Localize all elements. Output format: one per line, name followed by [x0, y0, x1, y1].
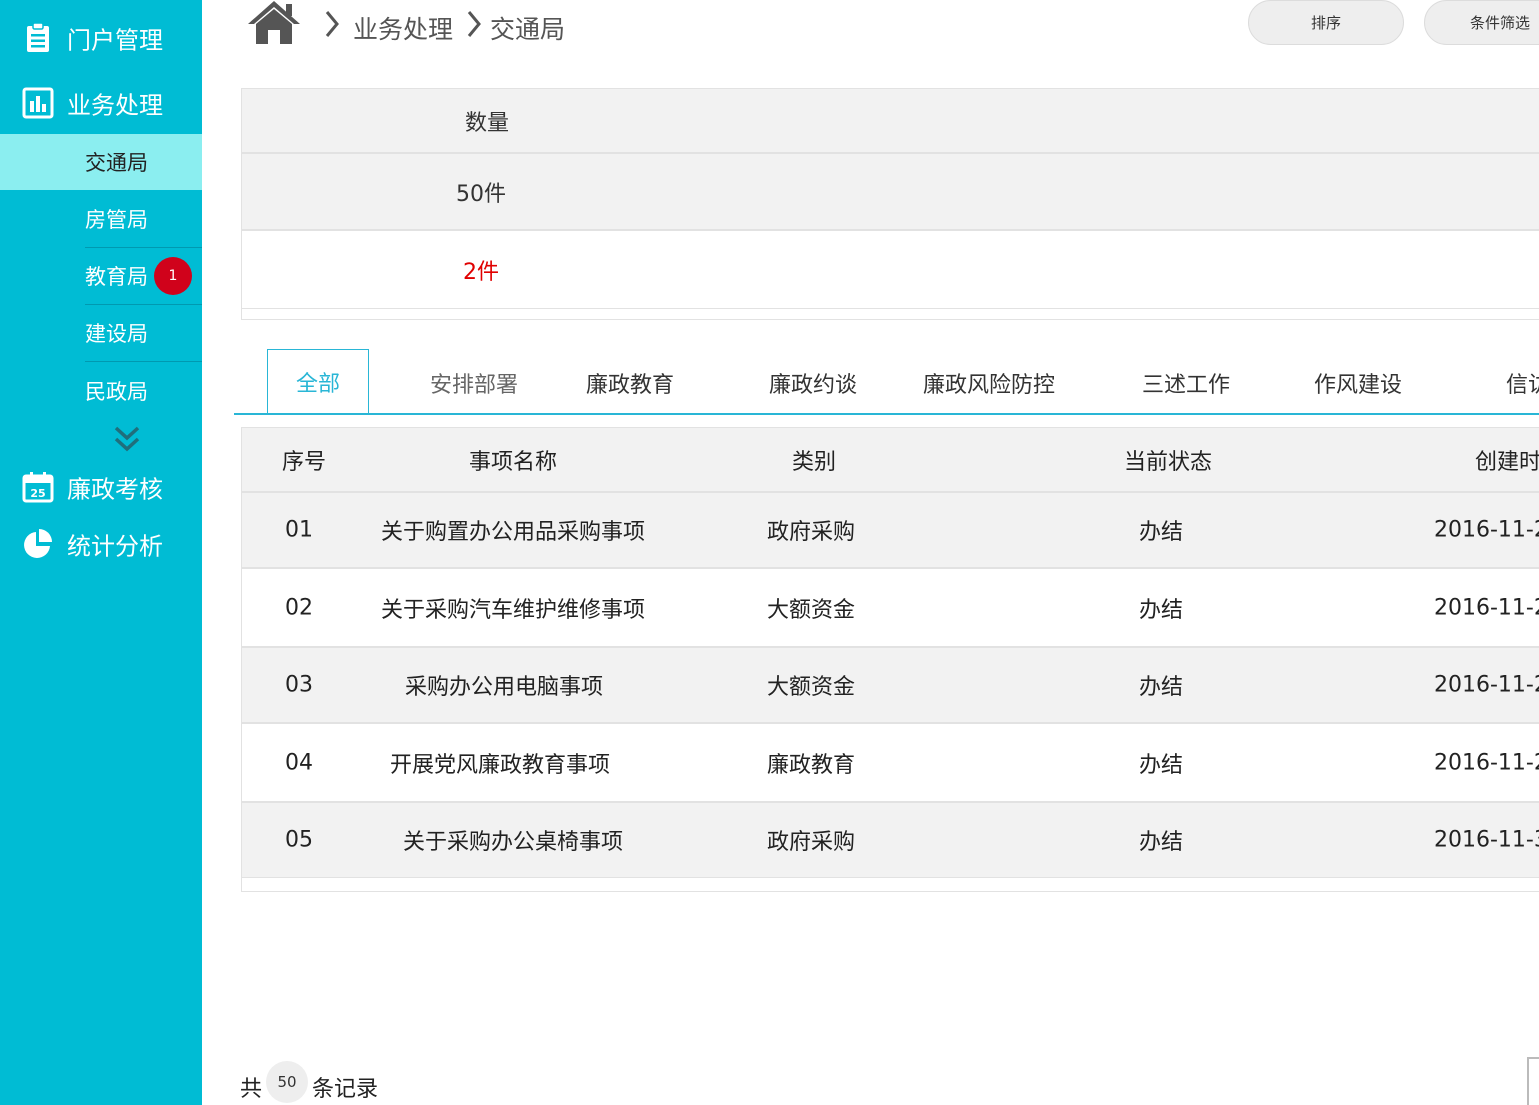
tab-label: 三述工作: [1141, 373, 1231, 398]
table-row[interactable]: 05 关于采购办公桌椅事项 政府采购 办结 2016-11-30: [242, 803, 1539, 878]
cell-created: 2016-11-25: [1434, 750, 1539, 775]
cell-status: 办结: [1138, 597, 1184, 623]
summary-highlight-count: 2件: [463, 259, 499, 285]
cell-status: 办结: [1138, 752, 1184, 778]
nav-label: 门户管理: [67, 26, 163, 55]
sidebar-item-housing-bureau[interactable]: 房管局: [0, 191, 202, 247]
cell-category: 大额资金: [766, 675, 856, 700]
sidebar-item-label: 交通局: [85, 151, 148, 175]
home-icon[interactable]: [246, 0, 302, 46]
sort-button[interactable]: 排序: [1248, 0, 1404, 45]
tab-risk-control[interactable]: 廉政风险防控: [910, 352, 1068, 414]
cell-created: 2016-11-26: [1434, 672, 1539, 698]
summary-total-count: 50件: [456, 181, 506, 207]
calendar-icon: 25: [22, 472, 54, 503]
bar-chart-icon: [22, 87, 54, 119]
tab-label: 廉政约谈: [768, 373, 858, 398]
notification-badge: 1: [154, 257, 192, 295]
filter-button[interactable]: 条件筛选: [1424, 0, 1539, 45]
tab-underline: [234, 413, 1539, 415]
table-row[interactable]: 02 关于采购汽车维护维修事项 大额资金 办结 2016-11-27: [242, 569, 1539, 648]
cell-category: 政府采购: [766, 520, 856, 545]
sidebar-item-transport-bureau[interactable]: 交通局: [0, 134, 202, 190]
cell-category: 政府采购: [766, 830, 856, 855]
pie-chart-icon: [24, 529, 52, 558]
summary-header-quantity: 数量: [464, 110, 509, 136]
cell-status: 办结: [1138, 520, 1184, 545]
cell-no: 03: [285, 672, 313, 698]
column-header-status: 当前状态: [1123, 449, 1213, 475]
column-header-created: 创建时间: [1475, 449, 1539, 475]
cell-status: 办结: [1138, 675, 1184, 700]
table-row[interactable]: 03 采购办公用电脑事项 大额资金 办结 2016-11-26: [242, 648, 1539, 724]
tab-integrity-talk[interactable]: 廉政约谈: [753, 352, 873, 414]
sidebar-item-education-bureau[interactable]: 教育局 1: [0, 248, 202, 304]
summary-total-row: 50件: [242, 154, 1539, 231]
nav-integrity-assessment[interactable]: 25 廉政考核: [0, 459, 202, 515]
cell-no: 01: [285, 517, 313, 543]
sidebar-item-label: 教育局: [85, 265, 148, 289]
column-header-category: 类别: [791, 449, 837, 475]
nav-business-processing[interactable]: 业务处理: [0, 75, 202, 131]
cell-name: 关于采购汽车维护维修事项: [380, 597, 646, 623]
nav-statistics-analysis[interactable]: 统计分析: [0, 516, 202, 572]
sidebar-item-label: 房管局: [85, 208, 148, 232]
tab-petition[interactable]: 信访: [1506, 352, 1539, 414]
cell-name: 开展党风廉政教育事项: [389, 752, 611, 778]
breadcrumb-item-business[interactable]: 业务处理: [353, 10, 453, 46]
nav-label: 廉政考核: [67, 475, 163, 504]
nav-label: 统计分析: [67, 532, 163, 561]
tab-style-building[interactable]: 作风建设: [1298, 352, 1418, 414]
sidebar-item-construction-bureau[interactable]: 建设局: [0, 305, 202, 361]
column-header-name: 事项名称: [468, 449, 558, 475]
sidebar-item-civil-affairs-bureau[interactable]: 民政局: [0, 363, 202, 419]
nav-label: 业务处理: [67, 91, 163, 120]
chevron-right-icon: [325, 11, 339, 37]
divider: [85, 361, 202, 362]
cell-created: 2016-11-30: [1434, 827, 1539, 853]
nav-portal-management[interactable]: 门户管理: [0, 10, 202, 66]
table-row[interactable]: 04 开展党风廉政教育事项 廉政教育 办结 2016-11-25: [242, 724, 1539, 803]
cell-name: 关于购置办公用品采购事项: [380, 520, 646, 545]
calendar-day-text: 25: [30, 487, 45, 500]
cell-created: 2016-11-27: [1434, 595, 1539, 620]
tab-integrity-education[interactable]: 廉政教育: [570, 352, 690, 414]
record-count: 50: [266, 1061, 308, 1103]
double-chevron-down-icon[interactable]: [111, 424, 143, 456]
record-total-prefix: 共: [240, 1077, 263, 1102]
cell-no: 02: [285, 595, 313, 620]
tab-label: 廉政教育: [585, 373, 675, 398]
cell-no: 05: [285, 827, 313, 853]
record-total-suffix: 条记录: [312, 1077, 379, 1102]
sidebar-item-label: 民政局: [85, 380, 148, 404]
tab-label: 全部: [295, 371, 341, 397]
summary-highlight-row: 2件: [242, 231, 1539, 309]
tab-all[interactable]: 全部: [267, 349, 369, 415]
column-header-no: 序号: [281, 449, 327, 475]
breadcrumb-item-current[interactable]: 交通局: [490, 10, 565, 46]
cell-category: 大额资金: [766, 597, 856, 623]
cell-created: 2016-11-28: [1434, 517, 1539, 543]
items-table: 序号 事项名称 类别 当前状态 创建时间 01 关于购置办公用品采购事项 政府采…: [241, 427, 1539, 892]
chevron-right-icon: [467, 11, 481, 37]
table-row[interactable]: 01 关于购置办公用品采购事项 政府采购 办结 2016-11-28: [242, 493, 1539, 569]
tab-label: 信访: [1506, 373, 1539, 398]
cell-no: 04: [285, 750, 313, 775]
tab-arrangement[interactable]: 安排部署: [414, 352, 534, 414]
tab-three-reports[interactable]: 三述工作: [1126, 352, 1246, 414]
document-list-icon: [27, 22, 49, 52]
sidebar: 门户管理 业务处理 交通局 房管局 教育局 1 建设局 民政局 25 廉政考核 …: [0, 0, 202, 1105]
table-header-row: 序号 事项名称 类别 当前状态 创建时间: [242, 428, 1539, 493]
cell-name: 关于采购办公桌椅事项: [402, 830, 624, 855]
summary-header-row: 数量: [242, 89, 1539, 154]
sidebar-item-label: 建设局: [85, 322, 148, 346]
cell-status: 办结: [1138, 830, 1184, 855]
tab-label: 安排部署: [429, 373, 519, 398]
tab-label: 作风建设: [1313, 373, 1403, 398]
pagination-edge[interactable]: [1527, 1057, 1539, 1105]
cell-name: 采购办公用电脑事项: [404, 675, 604, 700]
summary-panel: 数量 50件 2件: [241, 88, 1539, 320]
tab-label: 廉政风险防控: [922, 373, 1056, 398]
cell-category: 廉政教育: [766, 752, 856, 778]
